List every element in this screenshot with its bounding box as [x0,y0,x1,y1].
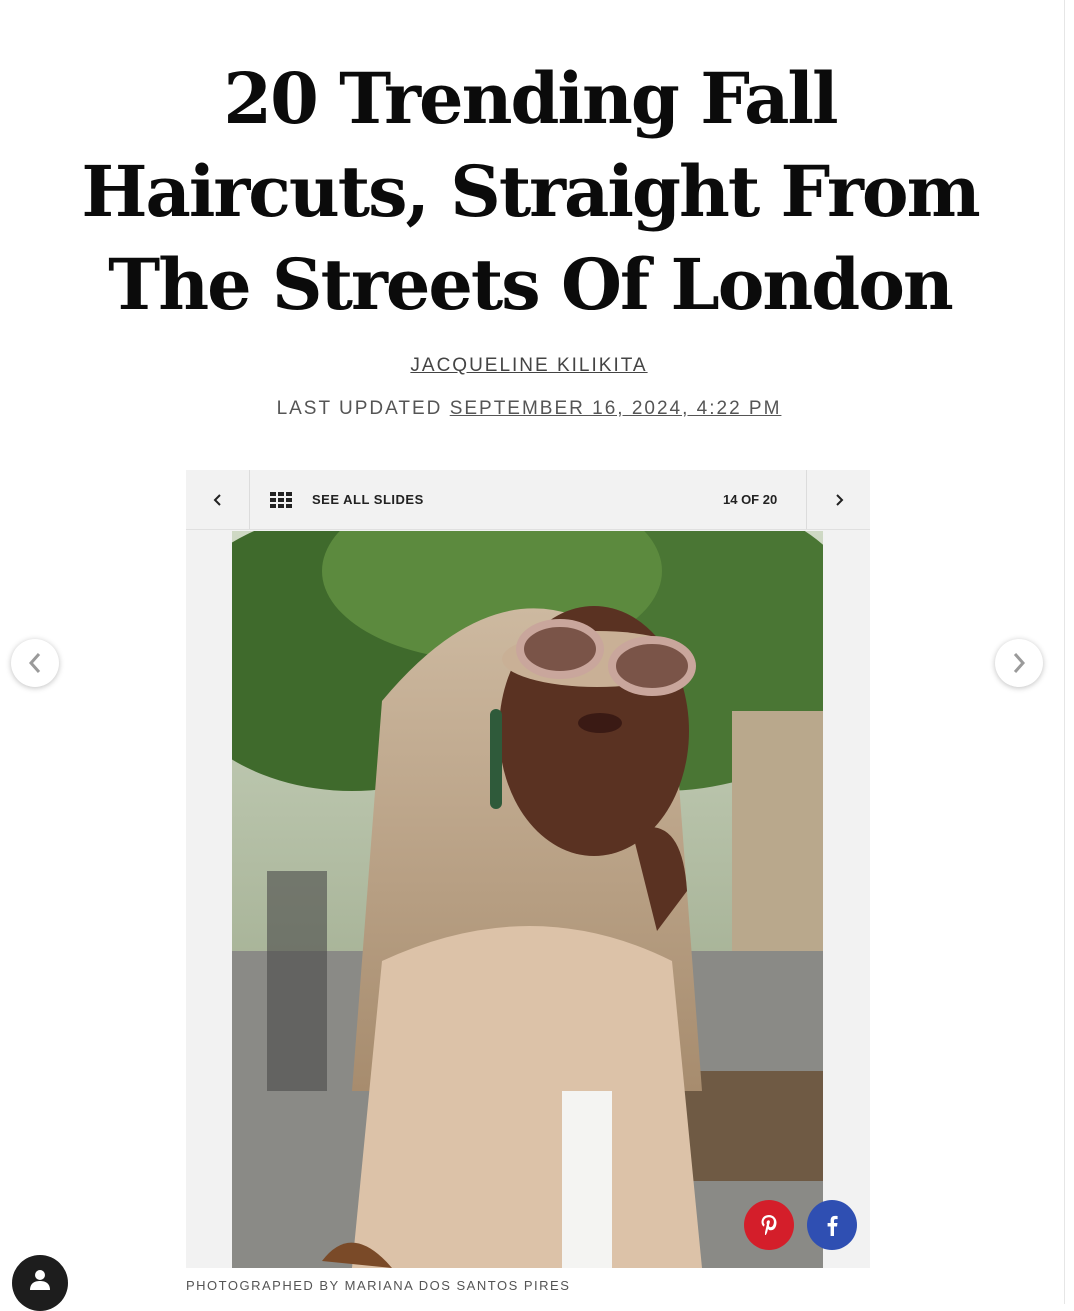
photo-credit: PHOTOGRAPHED BY MARIANA DOS SANTOS PIRES [186,1278,571,1293]
facebook-share-button[interactable] [807,1200,857,1250]
chevron-right-icon [1013,653,1026,673]
pinterest-icon [761,1215,777,1235]
chevron-right-icon [836,493,844,506]
slide-counter: 14 OF 20 [723,492,778,507]
article-title: 20 Trending Fall Haircuts, Straight From… [81,57,980,326]
user-icon [30,1270,50,1290]
grid-icon [270,491,292,508]
chevron-left-icon [213,493,221,506]
see-all-slides-button[interactable]: SEE ALL SLIDES [270,470,424,529]
last-updated: LAST UPDATED SEPTEMBER 16, 2024, 4:22 PM [0,398,1058,420]
slideshow-toolbar: SEE ALL SLIDES 14 OF 20 [186,470,870,530]
last-updated-date[interactable]: SEPTEMBER 16, 2024, 4:22 PM [450,398,782,419]
carousel-next-button[interactable] [995,639,1043,687]
chevron-left-icon [28,653,41,673]
previous-slide-button[interactable] [186,470,250,529]
pinterest-share-button[interactable] [744,1200,794,1250]
see-all-slides-label: SEE ALL SLIDES [312,492,424,507]
page-edge-divider [1064,0,1065,1304]
author-link[interactable]: JACQUELINE KILIKITA [0,355,1058,377]
next-slide-button[interactable] [806,470,871,529]
slideshow: SEE ALL SLIDES 14 OF 20 [186,470,870,1268]
carousel-previous-button[interactable] [11,639,59,687]
slide-photo [232,531,823,1268]
facebook-icon [827,1215,838,1236]
account-button[interactable] [12,1255,68,1311]
last-updated-label: LAST UPDATED [276,398,443,419]
